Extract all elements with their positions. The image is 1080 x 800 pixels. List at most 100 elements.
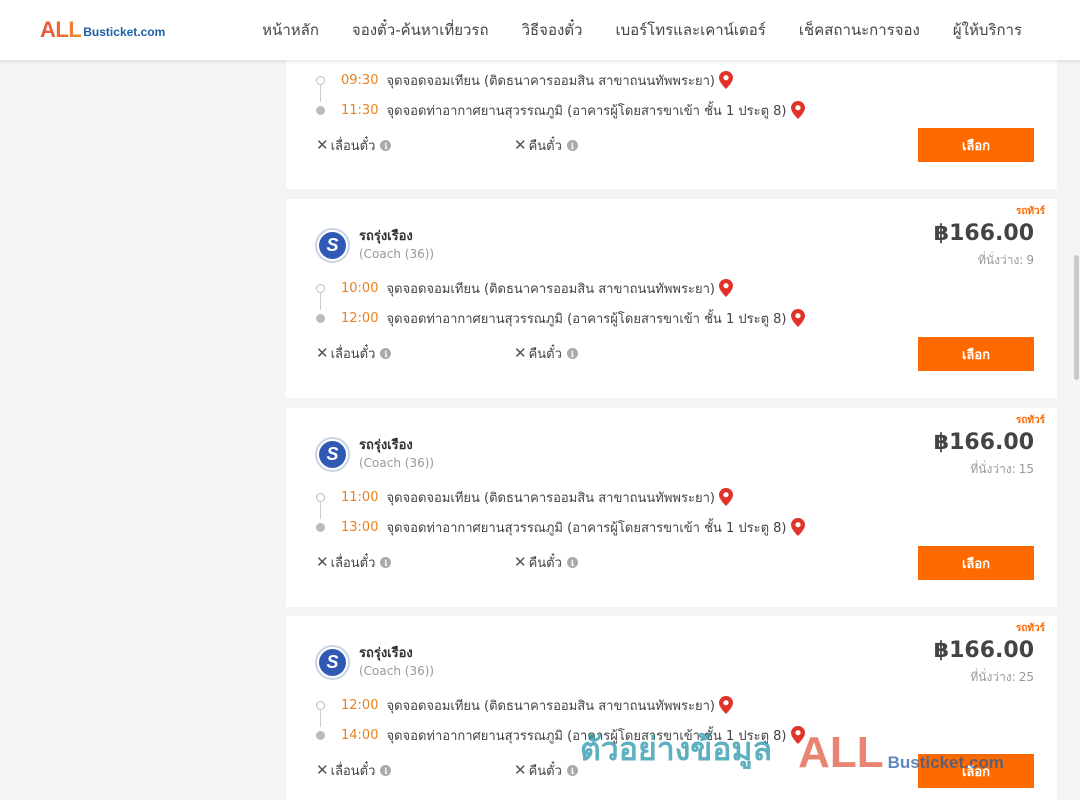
arrive-dot [316, 105, 325, 115]
trip-card: รถทัวร์ S รถรุ่งเรือง (Coach (36)) ฿166.… [286, 408, 1057, 607]
arrive-stop: 12:00 จุดจอดท่าอากาศยานสุวรรณภูมิ (อาคาร… [316, 308, 805, 328]
nav-providers[interactable]: ผู้ให้บริการ [953, 18, 1022, 42]
bus-class: (Coach (36)) [359, 247, 435, 261]
depart-time: 09:30 [341, 72, 379, 88]
refund-ticket-label: คืนตั๋ว [528, 347, 562, 362]
change-ticket-label: เลื่อนตั๋ว [330, 347, 376, 362]
logo-domain-text: Busticket.com [83, 25, 166, 39]
refund-ticket-policy: ✕ คืนตั๋ว i [514, 552, 578, 573]
select-trip-button[interactable]: เลือก [918, 754, 1034, 788]
arrive-time: 13:00 [341, 519, 379, 535]
seats-available: ที่นั่งว่าง: 15 [967, 460, 1034, 479]
logo-all-text: ALL [40, 17, 82, 42]
nav-home[interactable]: หน้าหลัก [262, 18, 319, 42]
depart-stop: 09:30 จุดจอดจอมเทียน (ติดธนาคารออมสิน สา… [316, 70, 733, 90]
operator-name: รถรุ่งเรือง [359, 438, 413, 453]
info-icon[interactable]: i [380, 557, 392, 568]
seats-available: ที่นั่งว่าง: 25 [967, 668, 1034, 687]
arrive-dot [316, 730, 325, 740]
refund-ticket-policy: ✕ คืนตั๋ว i [514, 760, 578, 781]
seats-count: 9 [1026, 253, 1034, 267]
nav-book-search[interactable]: จองตั๋ว-ค้นหาเที่ยวรถ [352, 18, 489, 42]
map-pin-icon[interactable] [790, 101, 805, 119]
ticket-price: ฿166.00 [933, 430, 1034, 455]
trip-card: รถทัวร์ S รถรุ่งเรือง (Coach (36)) ฿166.… [286, 199, 1057, 398]
info-icon[interactable]: i [566, 557, 578, 568]
map-pin-icon[interactable] [718, 71, 733, 89]
seats-count: 25 [1018, 670, 1034, 684]
info-icon[interactable]: i [380, 765, 392, 776]
arrive-place: จุดจอดท่าอากาศยานสุวรรณภูมิ (อาคารผู้โดย… [386, 728, 787, 744]
refund-ticket-label: คืนตั๋ว [528, 764, 562, 779]
depart-place: จุดจอดจอมเทียน (ติดธนาคารออมสิน สาขาถนนท… [386, 281, 715, 297]
refund-ticket-label: คืนตั๋ว [528, 139, 562, 154]
depart-time: 11:00 [341, 489, 379, 505]
trip-card: 09:30 จุดจอดจอมเทียน (ติดธนาคารออมสิน สา… [286, 40, 1057, 189]
seats-label: ที่นั่งว่าง: [970, 462, 1016, 476]
nav-contacts-counters[interactable]: เบอร์โทรและเคาน์เตอร์ [615, 18, 765, 42]
depart-time: 12:00 [341, 697, 379, 713]
change-ticket-policy: ✕ เลื่อนตั๋ว i [316, 343, 392, 364]
arrive-stop: 14:00 จุดจอดท่าอากาศยานสุวรรณภูมิ (อาคาร… [316, 725, 805, 745]
depart-place: จุดจอดจอมเทียน (ติดธนาคารออมสิน สาขาถนนท… [386, 73, 715, 89]
seats-available: ที่นั่งว่าง: 9 [975, 251, 1034, 270]
bus-class: (Coach (36)) [359, 664, 435, 678]
refund-ticket-policy: ✕ คืนตั๋ว i [514, 135, 578, 156]
arrive-stop: 13:00 จุดจอดท่าอากาศยานสุวรรณภูมิ (อาคาร… [316, 517, 805, 537]
site-header: ALL Busticket.com หน้าหลัก จองตั๋ว-ค้นหา… [0, 0, 1080, 60]
page-scrollbar[interactable] [1072, 60, 1080, 800]
change-ticket-label: เลื่อนตั๋ว [330, 556, 376, 571]
nav-check-booking[interactable]: เช็คสถานะการจอง [799, 18, 920, 42]
x-icon: ✕ [514, 136, 527, 154]
arrive-time: 11:30 [341, 102, 379, 118]
info-icon[interactable]: i [566, 140, 578, 151]
change-ticket-label: เลื่อนตั๋ว [330, 764, 376, 779]
x-icon: ✕ [514, 761, 527, 779]
bus-type-tag: รถทัวร์ [1015, 623, 1045, 634]
x-icon: ✕ [514, 553, 527, 571]
info-icon[interactable]: i [380, 140, 392, 151]
refund-ticket-policy: ✕ คืนตั๋ว i [514, 343, 578, 364]
operator-info: S รถรุ่งเรือง (Coach (36)) [315, 437, 434, 472]
select-trip-button[interactable]: เลือก [918, 546, 1034, 580]
change-ticket-policy: ✕ เลื่อนตั๋ว i [316, 760, 392, 781]
select-trip-button[interactable]: เลือก [918, 337, 1034, 371]
operator-logo-icon: S [315, 645, 350, 680]
arrive-dot [316, 313, 325, 323]
info-icon[interactable]: i [566, 765, 578, 776]
arrive-place: จุดจอดท่าอากาศยานสุวรรณภูมิ (อาคารผู้โดย… [386, 311, 787, 327]
ticket-price: ฿166.00 [933, 638, 1034, 663]
map-pin-icon[interactable] [790, 726, 805, 744]
map-pin-icon[interactable] [718, 696, 733, 714]
operator-name: รถรุ่งเรือง [359, 229, 413, 244]
operator-logo-icon: S [315, 228, 350, 263]
bus-type-tag: รถทัวร์ [1015, 206, 1045, 217]
x-icon: ✕ [316, 136, 329, 154]
change-ticket-label: เลื่อนตั๋ว [330, 139, 376, 154]
map-pin-icon[interactable] [718, 279, 733, 297]
info-icon[interactable]: i [380, 348, 392, 359]
map-pin-icon[interactable] [790, 518, 805, 536]
scrollbar-thumb[interactable] [1074, 255, 1079, 380]
map-pin-icon[interactable] [790, 309, 805, 327]
arrive-time: 14:00 [341, 727, 379, 743]
arrive-place: จุดจอดท่าอากาศยานสุวรรณภูมิ (อาคารผู้โดย… [386, 520, 787, 536]
operator-info: S รถรุ่งเรือง (Coach (36)) [315, 228, 434, 263]
operator-name: รถรุ่งเรือง [359, 646, 413, 661]
depart-stop: 12:00 จุดจอดจอมเทียน (ติดธนาคารออมสิน สา… [316, 695, 733, 715]
info-icon[interactable]: i [566, 348, 578, 359]
map-pin-icon[interactable] [718, 488, 733, 506]
ticket-price: ฿166.00 [933, 221, 1034, 246]
bus-class: (Coach (36)) [359, 456, 435, 470]
arrive-dot [316, 522, 325, 532]
change-ticket-policy: ✕ เลื่อนตั๋ว i [316, 552, 392, 573]
depart-stop: 11:00 จุดจอดจอมเทียน (ติดธนาคารออมสิน สา… [316, 487, 733, 507]
x-icon: ✕ [316, 553, 329, 571]
operator-info: S รถรุ่งเรือง (Coach (36)) [315, 645, 434, 680]
arrive-time: 12:00 [341, 310, 379, 326]
site-logo[interactable]: ALL Busticket.com [40, 19, 165, 41]
nav-how-to-book[interactable]: วิธีจองตั๋ว [522, 18, 583, 42]
seats-label: ที่นั่งว่าง: [978, 253, 1024, 267]
select-trip-button[interactable]: เลือก [918, 128, 1034, 162]
bus-type-tag: รถทัวร์ [1015, 415, 1045, 426]
